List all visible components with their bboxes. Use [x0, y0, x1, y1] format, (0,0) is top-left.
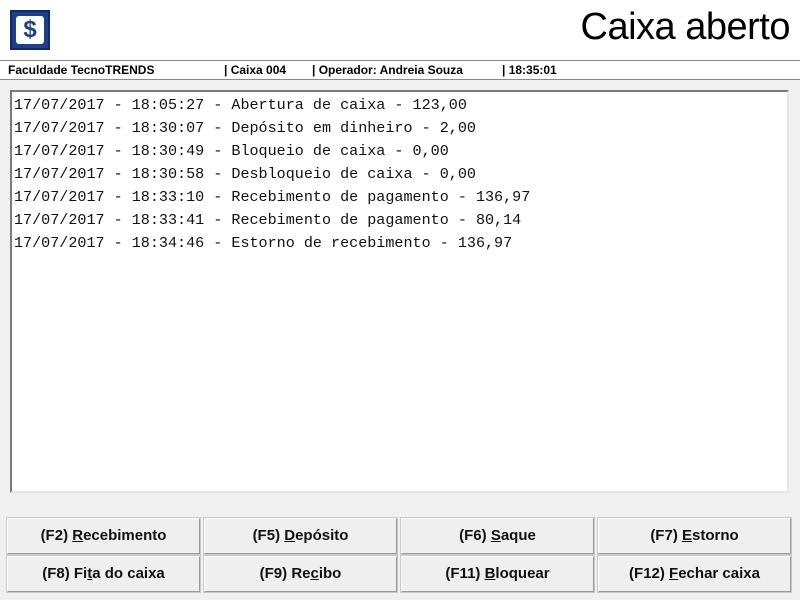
register-number: | Caixa 004 [224, 63, 287, 77]
log-line: 17/07/2017 - 18:05:27 - Abertura de caix… [14, 96, 467, 114]
log-line: 17/07/2017 - 18:34:46 - Estorno de receb… [14, 234, 513, 252]
company-name: Faculdade TecnoTRENDS [8, 63, 155, 77]
operator-name: | Operador: Andreia Souza [312, 63, 463, 77]
transaction-log[interactable]: 17/07/2017 - 18:05:27 - Abertura de caix… [10, 90, 789, 493]
reversal-button[interactable]: (F7) Estorno [598, 518, 791, 554]
cash-tape-button[interactable]: (F8) Fita do caixa [7, 556, 200, 592]
receipt-button[interactable]: (F9) Recibo [204, 556, 397, 592]
log-line: 17/07/2017 - 18:30:07 - Depósito em dinh… [14, 119, 476, 137]
close-register-button[interactable]: (F12) Fechar caixa [598, 556, 791, 592]
log-line: 17/07/2017 - 18:33:10 - Recebimento de p… [14, 188, 531, 206]
withdraw-button[interactable]: (F6) Saque [401, 518, 594, 554]
clock-time: | 18:35:01 [502, 63, 557, 77]
log-line: 17/07/2017 - 18:30:58 - Desbloqueio de c… [14, 165, 476, 183]
page-title: Caixa aberto [580, 6, 791, 48]
log-line: 17/07/2017 - 18:30:49 - Bloqueio de caix… [14, 142, 449, 160]
deposit-button[interactable]: (F5) Depósito [204, 518, 397, 554]
header: $ Caixa aberto [0, 0, 800, 60]
dollar-logo-icon: $ [10, 10, 50, 50]
lock-button[interactable]: (F11) Bloquear [401, 556, 594, 592]
logo-glyph: $ [16, 16, 44, 44]
main-panel: 17/07/2017 - 18:05:27 - Abertura de caix… [0, 80, 800, 600]
status-bar: Faculdade TecnoTRENDS | Caixa 004 | Oper… [0, 60, 800, 80]
receive-button[interactable]: (F2) Recebimento [7, 518, 200, 554]
log-line: 17/07/2017 - 18:33:41 - Recebimento de p… [14, 211, 522, 229]
